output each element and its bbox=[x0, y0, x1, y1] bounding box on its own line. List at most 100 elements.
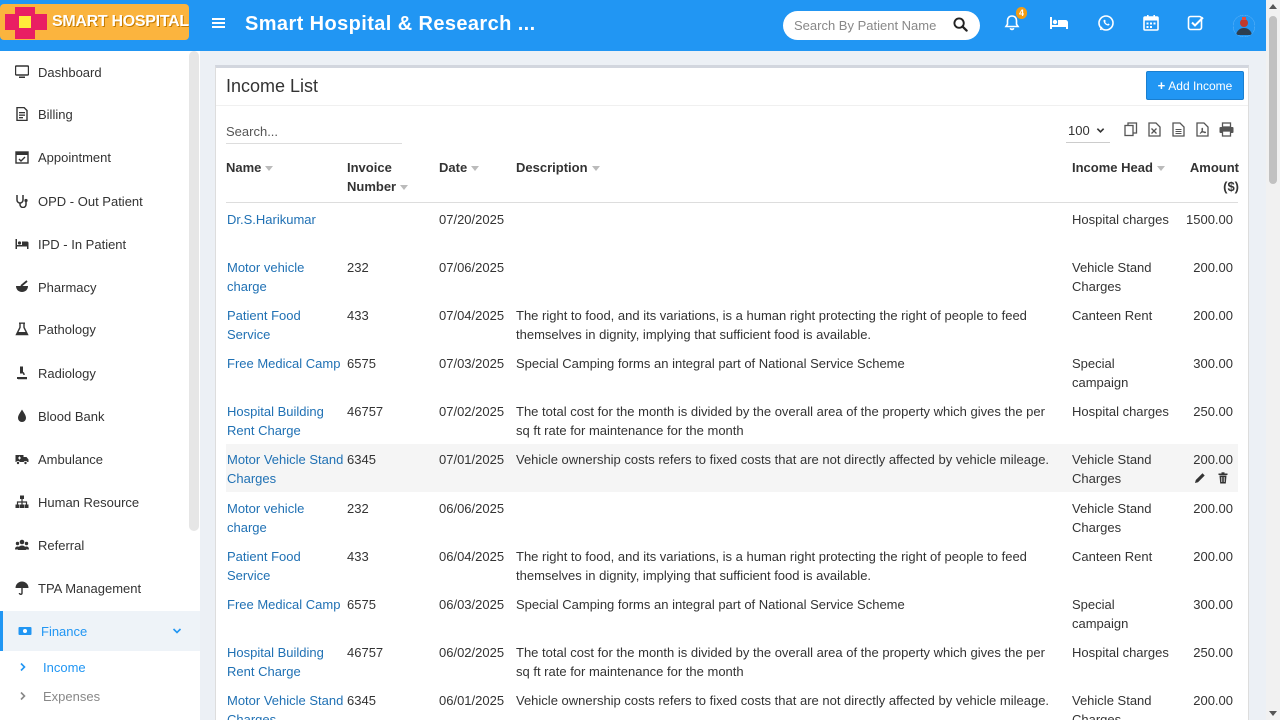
sidebar-item-label: Billing bbox=[38, 106, 73, 122]
logo-text: SMART HOSPITAL bbox=[52, 13, 189, 30]
table-row[interactable]: Motor vehicle charge 232 07/06/2025 Vehi… bbox=[226, 252, 1238, 300]
user-avatar[interactable] bbox=[1233, 15, 1255, 37]
table-row[interactable]: Hospital Building Rent Charge 46757 07/0… bbox=[226, 396, 1238, 444]
income-description: Special Camping forms an integral part o… bbox=[516, 597, 905, 612]
column-header-label: Invoice Number bbox=[347, 160, 397, 194]
income-name-link[interactable]: Dr.S.Harikumar bbox=[227, 210, 345, 229]
patient-search-input[interactable] bbox=[794, 18, 944, 33]
trash-icon[interactable] bbox=[1217, 472, 1229, 484]
notification-badge: 4 bbox=[1016, 7, 1028, 19]
column-header-date[interactable]: Date bbox=[439, 158, 480, 177]
app-logo[interactable]: SMART HOSPITAL bbox=[0, 4, 189, 40]
chevron-right-icon bbox=[0, 689, 43, 704]
sidebar-item-billing[interactable]: Billing bbox=[0, 94, 186, 134]
search-icon[interactable] bbox=[953, 17, 970, 34]
table-row[interactable]: Motor Vehicle Stand Charges 6345 07/01/2… bbox=[226, 444, 1238, 492]
add-income-button[interactable]: + Add Income bbox=[1146, 71, 1244, 100]
sidebar-subitem-income[interactable]: Income bbox=[0, 654, 186, 680]
scroll-down-arrow-icon[interactable] bbox=[1269, 711, 1277, 716]
sidebar-item-blood-bank[interactable]: Blood Bank bbox=[0, 396, 186, 436]
income-name-link[interactable]: Hospital Building Rent Charge bbox=[227, 643, 345, 681]
income-name-link[interactable]: Free Medical Camp bbox=[227, 354, 345, 373]
column-header-amount[interactable]: Amount ($) bbox=[1184, 158, 1239, 196]
pencil-icon[interactable] bbox=[1194, 472, 1206, 484]
task-check-icon[interactable] bbox=[1187, 14, 1209, 36]
column-header-invoice-number[interactable]: Invoice Number bbox=[347, 158, 417, 196]
income-amount: 200.00 bbox=[1193, 260, 1233, 275]
income-head: Vehicle Stand Charges bbox=[1072, 693, 1152, 720]
sidebar-item-referral[interactable]: Referral bbox=[0, 525, 186, 565]
page-length-select[interactable]: 100 bbox=[1068, 123, 1105, 138]
sort-icon bbox=[1156, 166, 1165, 172]
page-length-underline bbox=[1066, 142, 1110, 143]
bed-icon[interactable] bbox=[1049, 14, 1071, 36]
table-row[interactable]: Free Medical Camp 6575 06/03/2025 Specia… bbox=[226, 589, 1238, 637]
column-header-income-head[interactable]: Income Head bbox=[1072, 158, 1165, 177]
sidebar-item-tpa-management[interactable]: TPA Management bbox=[0, 568, 186, 608]
table-row[interactable]: Dr.S.Harikumar 07/20/2025 Hospital charg… bbox=[226, 204, 1238, 252]
income-name-link[interactable]: Free Medical Camp bbox=[227, 595, 345, 614]
sidebar-item-label: IPD - In Patient bbox=[38, 236, 127, 252]
income-head: Canteen Rent bbox=[1072, 308, 1153, 323]
sidebar-item-finance[interactable]: Finance bbox=[0, 611, 200, 651]
chevron-down-icon bbox=[172, 624, 182, 639]
hamburger-menu-icon[interactable] bbox=[212, 16, 230, 34]
page-length-value: 100 bbox=[1068, 123, 1090, 138]
money-icon bbox=[3, 624, 41, 638]
csv-icon[interactable] bbox=[1172, 122, 1186, 137]
sidebar-item-ambulance[interactable]: Ambulance bbox=[0, 439, 186, 479]
income-name-link[interactable]: Motor Vehicle Stand Charges bbox=[227, 450, 345, 488]
calendar-icon[interactable] bbox=[1143, 14, 1165, 36]
sidebar-scrollbar[interactable] bbox=[189, 51, 199, 531]
invoice-number: 232 bbox=[347, 501, 369, 516]
income-amount: 1500.00 bbox=[1186, 212, 1233, 227]
income-description: The total cost for the month is divided … bbox=[516, 645, 1045, 679]
sidebar-item-ipd[interactable]: IPD - In Patient bbox=[0, 224, 186, 264]
sidebar-item-radiology[interactable]: Radiology bbox=[0, 353, 186, 393]
sidebar-item-human-resource[interactable]: Human Resource bbox=[0, 482, 186, 522]
sidebar-item-label: Pathology bbox=[38, 321, 96, 337]
sidebar-item-label: TPA Management bbox=[38, 580, 142, 596]
scroll-up-arrow-icon[interactable] bbox=[1269, 4, 1277, 9]
income-name-link[interactable]: Patient Food Service bbox=[227, 306, 345, 344]
income-head: Vehicle Stand Charges bbox=[1072, 452, 1152, 486]
sidebar-item-label: Referral bbox=[38, 537, 85, 553]
column-header-label: Date bbox=[439, 160, 468, 175]
income-name-link[interactable]: Motor vehicle charge bbox=[227, 499, 345, 537]
income-name-link[interactable]: Motor Vehicle Stand Charges bbox=[227, 691, 345, 720]
column-header-label: Description bbox=[516, 160, 588, 175]
sidebar-item-pathology[interactable]: Pathology bbox=[0, 309, 186, 349]
logo-cross-icon bbox=[0, 4, 52, 40]
table-row[interactable]: Hospital Building Rent Charge 46757 06/0… bbox=[226, 637, 1238, 685]
table-search-input[interactable] bbox=[226, 120, 402, 144]
column-header-description[interactable]: Description bbox=[516, 158, 600, 177]
app-title: Smart Hospital & Research ... bbox=[245, 13, 536, 35]
table-row[interactable]: Patient Food Service 433 07/04/2025 The … bbox=[226, 300, 1238, 348]
scrollbar-thumb[interactable] bbox=[1269, 16, 1277, 184]
income-amount: 300.00 bbox=[1193, 356, 1233, 371]
bed-icon bbox=[0, 237, 38, 251]
column-header-name[interactable]: Name bbox=[226, 158, 274, 177]
pdf-icon[interactable] bbox=[1196, 122, 1210, 137]
income-name-link[interactable]: Motor vehicle charge bbox=[227, 258, 345, 296]
copy-icon[interactable] bbox=[1124, 122, 1138, 137]
sidebar-subitem-expenses[interactable]: Expenses bbox=[0, 683, 186, 709]
print-icon[interactable] bbox=[1219, 122, 1234, 137]
table-row[interactable]: Motor vehicle charge 232 06/06/2025 Vehi… bbox=[226, 493, 1238, 541]
page-scrollbar[interactable] bbox=[1266, 0, 1280, 720]
income-name-link[interactable]: Hospital Building Rent Charge bbox=[227, 402, 345, 440]
sidebar-item-pharmacy[interactable]: Pharmacy bbox=[0, 267, 186, 307]
invoice-number: 433 bbox=[347, 549, 369, 564]
whatsapp-icon[interactable] bbox=[1097, 14, 1119, 36]
stethoscope-icon bbox=[0, 194, 38, 208]
sidebar-item-appointment[interactable]: Appointment bbox=[0, 137, 186, 177]
table-row[interactable]: Patient Food Service 433 06/04/2025 The … bbox=[226, 541, 1238, 589]
excel-icon[interactable] bbox=[1148, 122, 1162, 137]
sidebar-item-opd[interactable]: OPD - Out Patient bbox=[0, 181, 186, 221]
sidebar-item-dashboard[interactable]: Dashboard bbox=[0, 52, 186, 92]
table-row[interactable]: Motor Vehicle Stand Charges 6345 06/01/2… bbox=[226, 685, 1238, 720]
income-head: Special campaign bbox=[1072, 597, 1129, 631]
blood-drop-icon bbox=[0, 409, 38, 423]
income-name-link[interactable]: Patient Food Service bbox=[227, 547, 345, 585]
table-row[interactable]: Free Medical Camp 6575 07/03/2025 Specia… bbox=[226, 348, 1238, 396]
